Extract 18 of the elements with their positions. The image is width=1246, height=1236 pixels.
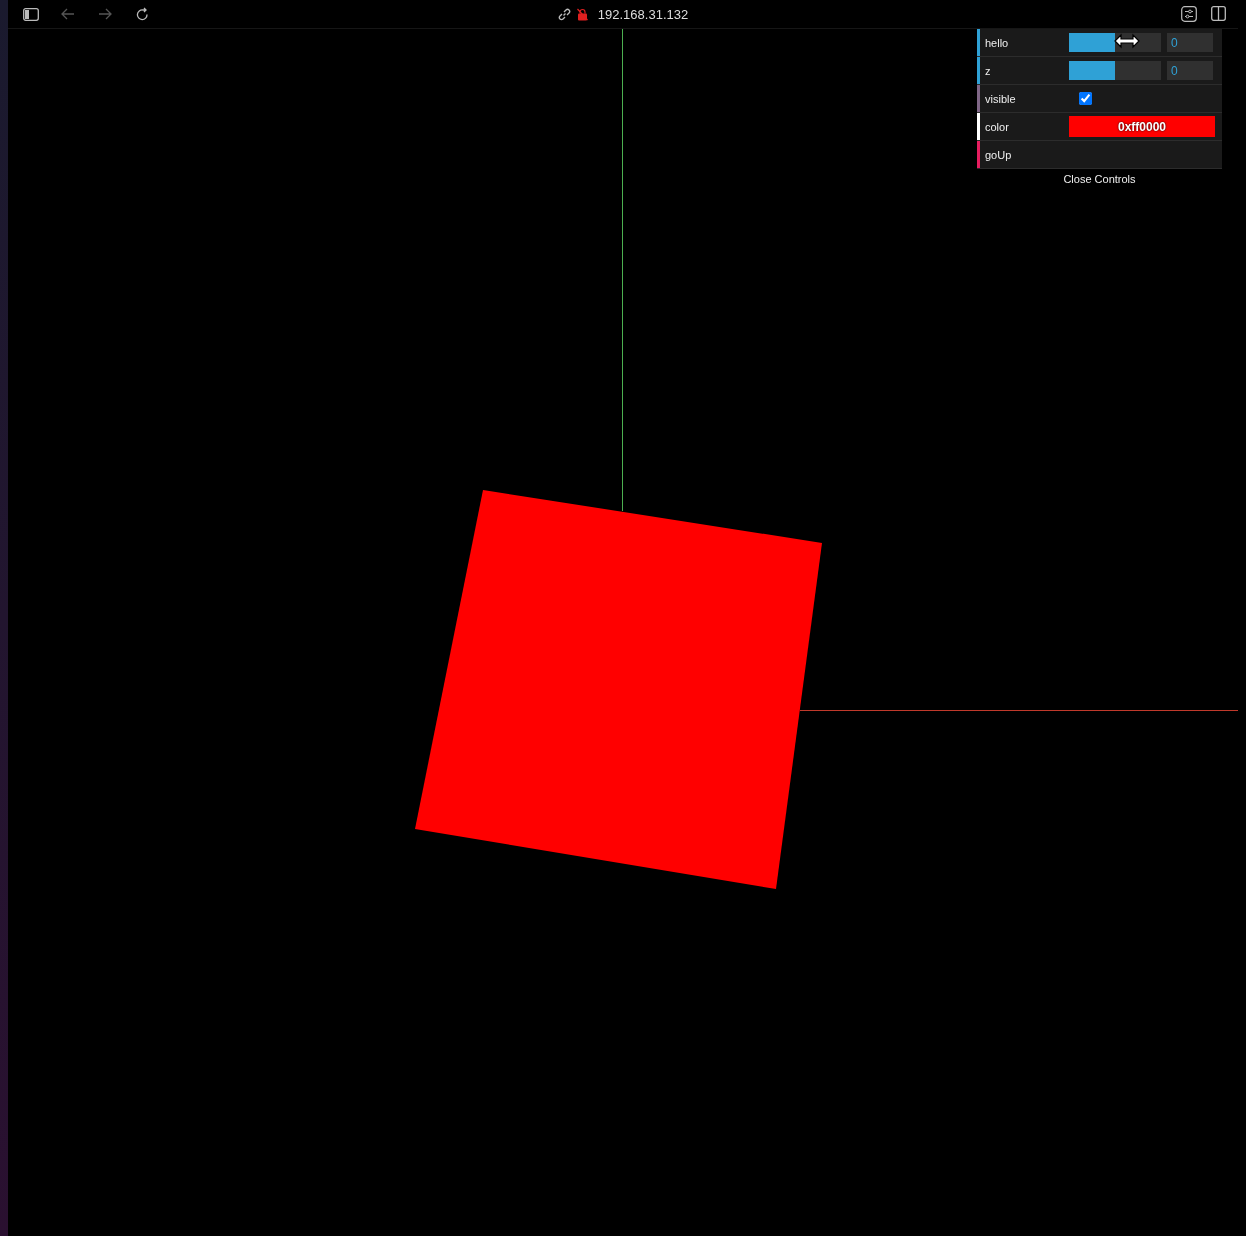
slider-track[interactable]	[1069, 61, 1161, 80]
control-label: z	[984, 64, 992, 77]
close-controls-button[interactable]: Close Controls	[977, 169, 1222, 189]
checkbox[interactable]	[1079, 92, 1092, 105]
sliders-icon[interactable]	[1181, 6, 1197, 22]
control-label[interactable]: goUp	[980, 148, 1069, 161]
control-label: hello	[984, 36, 1010, 49]
control-label: visible	[984, 92, 1017, 105]
number-field[interactable]: 0	[1167, 33, 1213, 52]
lock-slash-icon	[576, 7, 588, 21]
slider-track[interactable]	[1069, 33, 1161, 52]
resize-cursor-icon	[1114, 33, 1140, 49]
number-field[interactable]: 0	[1167, 61, 1213, 80]
address-url[interactable]: 192.168.31.132	[597, 6, 689, 22]
control-label: color	[984, 120, 1010, 133]
split-view-icon[interactable]	[1211, 6, 1226, 21]
color-field[interactable]: 0xff0000	[1069, 116, 1215, 137]
link-icon	[557, 7, 571, 21]
